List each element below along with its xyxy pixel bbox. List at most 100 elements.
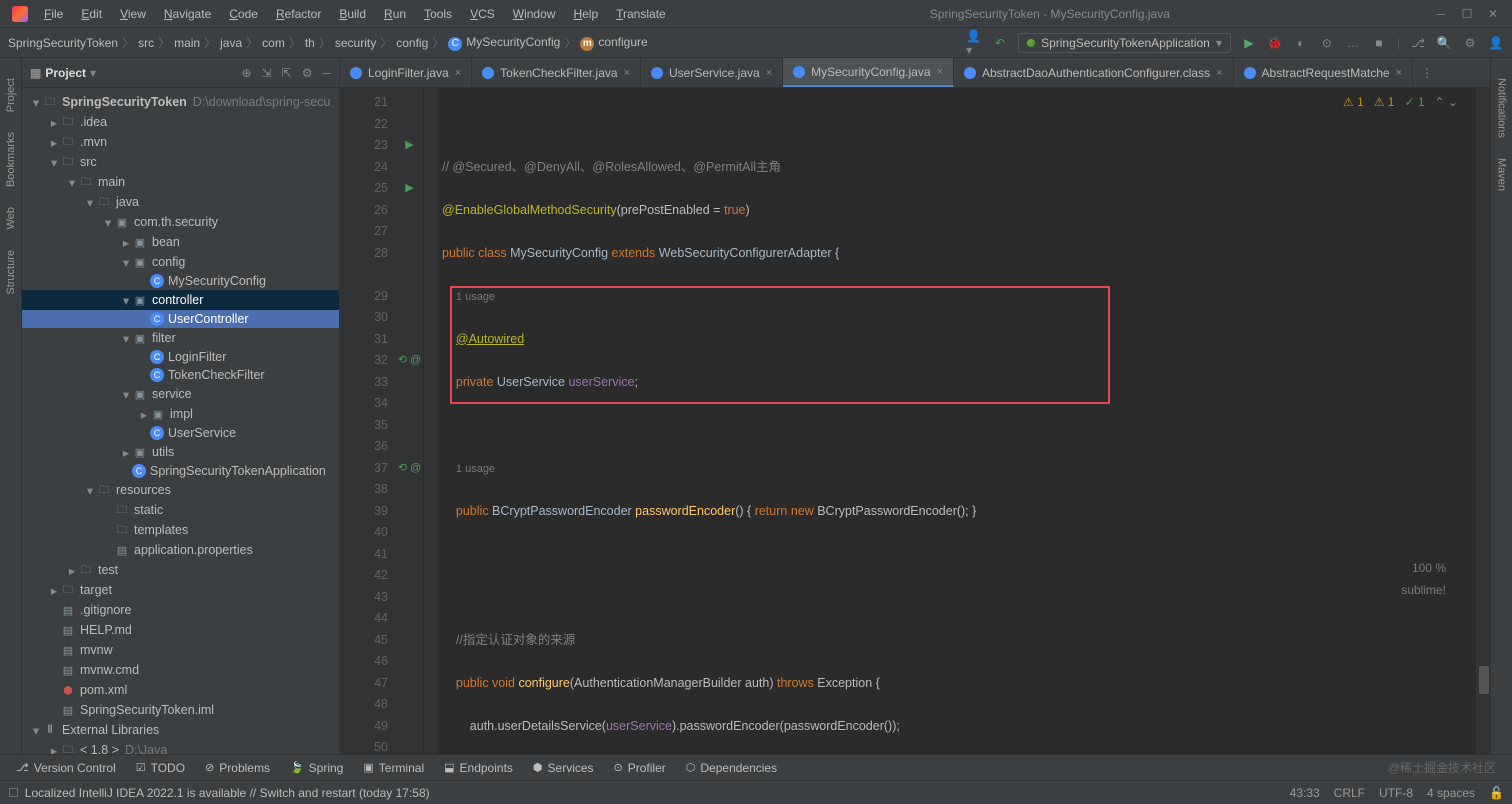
- tree-node[interactable]: ▸🗀target: [22, 580, 339, 600]
- breadcrumb-item[interactable]: th: [305, 36, 315, 50]
- bottom-tab-spring[interactable]: 🍃Spring: [282, 759, 351, 777]
- tree-node[interactable]: ▾▣service: [22, 384, 339, 404]
- menu-view[interactable]: View: [112, 3, 154, 25]
- bottom-tab-todo[interactable]: ☑TODO: [128, 759, 193, 777]
- tree-node[interactable]: 🗀templates: [22, 520, 339, 540]
- breadcrumb-item[interactable]: SpringSecurityToken: [8, 36, 118, 50]
- bottom-tab-dependencies[interactable]: ⬡Dependencies: [678, 759, 785, 777]
- tree-node[interactable]: CSpringSecurityTokenApplication: [22, 462, 339, 480]
- bottom-tab-problems[interactable]: ⊘Problems: [197, 759, 278, 777]
- gear-icon[interactable]: ⚙: [302, 66, 313, 80]
- stop-icon[interactable]: ■: [1371, 35, 1387, 51]
- close-tab-icon[interactable]: ×: [1396, 67, 1402, 79]
- debug-icon[interactable]: 🐞: [1267, 35, 1283, 51]
- tool-tab-bookmarks[interactable]: Bookmarks: [5, 132, 17, 187]
- run-icon[interactable]: ▶: [1241, 35, 1257, 51]
- close-tab-icon[interactable]: ×: [766, 67, 772, 79]
- menu-navigate[interactable]: Navigate: [156, 3, 219, 25]
- back-icon[interactable]: ↶: [992, 35, 1008, 51]
- tree-node[interactable]: CTokenCheckFilter: [22, 366, 339, 384]
- add-config-icon[interactable]: 👤▾: [966, 35, 982, 51]
- close-tab-icon[interactable]: ×: [937, 66, 943, 78]
- settings-icon[interactable]: ⚙: [1462, 35, 1478, 51]
- close-tab-icon[interactable]: ×: [624, 67, 630, 79]
- editor-tab[interactable]: AbstractRequestMatche×: [1234, 58, 1414, 87]
- status-message[interactable]: Localized IntelliJ IDEA 2022.1 is availa…: [25, 786, 430, 800]
- run-config-selector[interactable]: SpringSecurityTokenApplication ▾: [1018, 33, 1231, 53]
- menu-run[interactable]: Run: [376, 3, 414, 25]
- project-title[interactable]: Project: [30, 66, 86, 80]
- tool-tab-structure[interactable]: Structure: [5, 250, 17, 295]
- caret-position[interactable]: 43:33: [1290, 786, 1320, 800]
- inspection-menu-icon[interactable]: ⌃ ⌄: [1435, 92, 1458, 114]
- tree-node[interactable]: ▾🗀SpringSecurityTokenD:\download\spring-…: [22, 92, 339, 112]
- tree-node[interactable]: ▸🗀.mvn: [22, 132, 339, 152]
- editor-tab[interactable]: UserService.java×: [641, 58, 783, 87]
- menu-vcs[interactable]: VCS: [462, 3, 503, 25]
- hide-icon[interactable]: ─: [322, 66, 331, 80]
- tool-tab-notifications[interactable]: Notifications: [1496, 78, 1508, 138]
- breadcrumb-method[interactable]: configure: [580, 35, 647, 51]
- close-tab-icon[interactable]: ×: [455, 67, 461, 79]
- error-stripe[interactable]: [1476, 88, 1490, 754]
- tree-node[interactable]: ⬢pom.xml: [22, 680, 339, 700]
- bottom-tab-profiler[interactable]: ⊙Profiler: [606, 759, 674, 777]
- tool-tab-web[interactable]: Web: [5, 207, 17, 229]
- editor-tab[interactable]: AbstractDaoAuthenticationConfigurer.clas…: [954, 58, 1234, 87]
- breadcrumb-item[interactable]: com: [262, 36, 285, 50]
- tree-node[interactable]: ▾▣com.th.security: [22, 212, 339, 232]
- tree-node[interactable]: ▾▣controller: [22, 290, 339, 310]
- tree-node[interactable]: ▤mvnw.cmd: [22, 660, 339, 680]
- git-icon[interactable]: ⎇: [1410, 35, 1426, 51]
- collapse-icon[interactable]: ⇱: [282, 66, 292, 80]
- line-separator[interactable]: CRLF: [1334, 786, 1365, 800]
- breadcrumb-item[interactable]: src: [138, 36, 154, 50]
- menu-file[interactable]: File: [36, 3, 71, 25]
- tree-node[interactable]: ▾🗀resources: [22, 480, 339, 500]
- tree-node[interactable]: CLoginFilter: [22, 348, 339, 366]
- tree-node[interactable]: ▤.gitignore: [22, 600, 339, 620]
- tree-node[interactable]: ▾▣config: [22, 252, 339, 272]
- menu-build[interactable]: Build: [331, 3, 374, 25]
- breadcrumb-class[interactable]: MySecurityConfig: [448, 35, 560, 51]
- code-editor[interactable]: ⚠ 1 ⚠ 1 ✓ 1 ⌃ ⌄ // @Secured、@DenyAll、@Ro…: [438, 88, 1476, 754]
- tree-node[interactable]: ▾▣filter: [22, 328, 339, 348]
- tree-node[interactable]: ▸🗀< 1.8 >D:\Java: [22, 740, 339, 754]
- tool-tab-project[interactable]: Project: [5, 78, 17, 112]
- tree-node[interactable]: ▤HELP.md: [22, 620, 339, 640]
- inspections-widget[interactable]: ⚠ 1 ⚠ 1 ✓ 1 ⌃ ⌄: [1343, 92, 1458, 114]
- more-tabs-icon[interactable]: ⋮: [1413, 58, 1441, 87]
- breadcrumb-item[interactable]: config: [396, 36, 428, 50]
- avatar-icon[interactable]: 👤: [1488, 35, 1504, 51]
- close-icon[interactable]: ✕: [1486, 7, 1500, 21]
- breadcrumb-item[interactable]: main: [174, 36, 200, 50]
- file-encoding[interactable]: UTF-8: [1379, 786, 1413, 800]
- tree-node[interactable]: ▤application.properties: [22, 540, 339, 560]
- editor-tab[interactable]: TokenCheckFilter.java×: [472, 58, 641, 87]
- select-opened-icon[interactable]: ⊕: [242, 66, 252, 80]
- menu-refactor[interactable]: Refactor: [268, 3, 329, 25]
- coverage-icon[interactable]: ◐: [1293, 35, 1309, 51]
- breadcrumb-item[interactable]: security: [335, 36, 376, 50]
- breadcrumb-item[interactable]: java: [220, 36, 242, 50]
- menu-tools[interactable]: Tools: [416, 3, 460, 25]
- tree-node[interactable]: CUserService: [22, 424, 339, 442]
- tree-node[interactable]: ▸🗀.idea: [22, 112, 339, 132]
- maximize-icon[interactable]: ☐: [1460, 7, 1474, 21]
- editor-tab[interactable]: MySecurityConfig.java×: [783, 58, 954, 87]
- chevron-down-icon[interactable]: ▾: [90, 66, 96, 80]
- menu-window[interactable]: Window: [505, 3, 564, 25]
- tree-node[interactable]: CUserController: [22, 310, 339, 328]
- close-tab-icon[interactable]: ×: [1216, 67, 1222, 79]
- tree-node[interactable]: ▾🗀src: [22, 152, 339, 172]
- tool-tab-maven[interactable]: Maven: [1496, 158, 1508, 191]
- search-icon[interactable]: 🔍: [1436, 35, 1452, 51]
- tree-node[interactable]: ▾🗀main: [22, 172, 339, 192]
- readonly-icon[interactable]: 🔓: [1489, 786, 1504, 800]
- profile-icon[interactable]: ⊙: [1319, 35, 1335, 51]
- tree-node[interactable]: ▾🗀java: [22, 192, 339, 212]
- tree-node[interactable]: ▾⫴External Libraries: [22, 720, 339, 740]
- bottom-tab-endpoints[interactable]: ⬓Endpoints: [436, 759, 521, 777]
- menu-edit[interactable]: Edit: [73, 3, 110, 25]
- status-icon[interactable]: ☐: [8, 786, 19, 800]
